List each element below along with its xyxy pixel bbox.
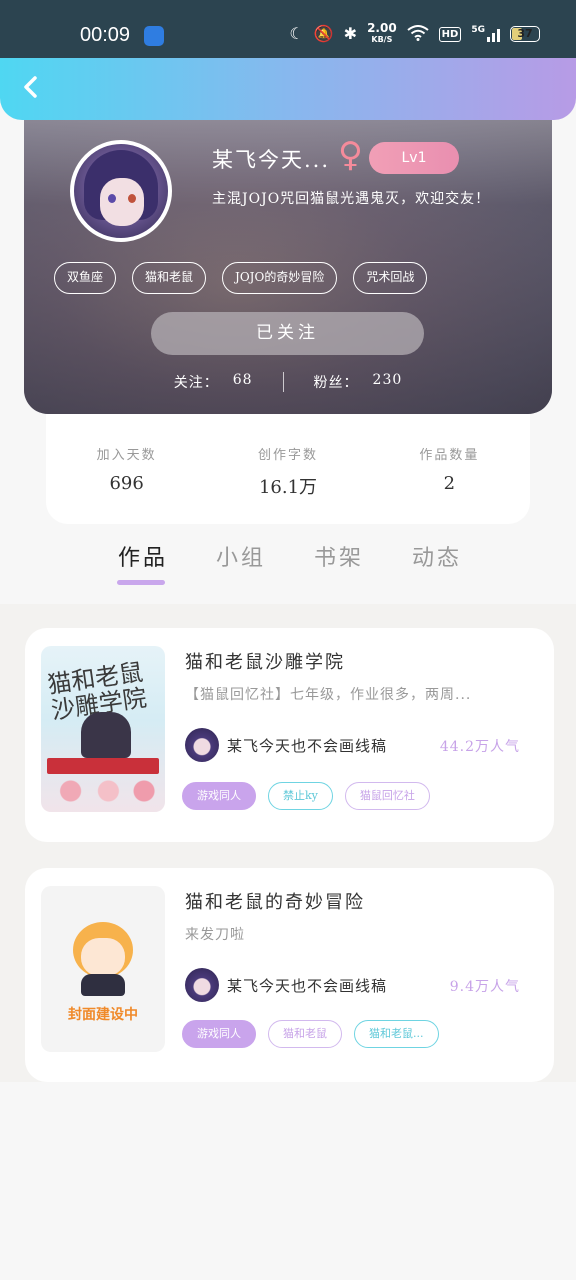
fans-value: 230: [372, 372, 403, 388]
work-tag[interactable]: 猫和老鼠...: [354, 1020, 439, 1048]
status-time: 00:09: [80, 24, 131, 46]
work-card[interactable]: 猫和老鼠沙雕学院 猫和老鼠沙雕学院 【猫鼠回忆社】七年级，作业很多，两周... …: [25, 628, 554, 842]
status-icons: ☾ 🔕 ✱ 2.00 KB/S HD 5G 37: [289, 22, 540, 46]
author-name[interactable]: 某飞今天也不会画线稿: [227, 975, 387, 996]
profile-card: 某飞今天... ♀ Lv1 主混JOJO咒回猫鼠光遇鬼灭，欢迎交友！ 双鱼座 猫…: [24, 92, 552, 414]
profile-tags: 双鱼座 猫和老鼠 JOJO的奇妙冒险 咒术回战: [54, 262, 428, 294]
popularity: 44.2万人气: [439, 739, 520, 755]
stat-works-count: 作品数量 2: [369, 414, 530, 524]
net-speed: 2.00 KB/S: [367, 22, 397, 46]
author-avatar[interactable]: [185, 728, 219, 762]
fans-count[interactable]: 粉丝： 230: [314, 372, 403, 392]
network-type: 5G: [471, 25, 485, 35]
work-card[interactable]: 封面建设中 猫和老鼠的奇妙冒险 来发刀啦 某飞今天也不会画线稿 9.4万人气 游…: [25, 868, 554, 1082]
work-tags: 游戏同人 禁止ky 猫鼠回忆社: [182, 782, 430, 810]
app-notification-icon: [144, 26, 164, 46]
profile-tag[interactable]: 猫和老鼠: [132, 262, 207, 294]
work-title[interactable]: 猫和老鼠沙雕学院: [185, 648, 345, 674]
stat-label: 创作字数: [257, 448, 318, 463]
wifi-icon: [407, 24, 429, 44]
tab-works[interactable]: 作品: [118, 540, 168, 572]
author-name[interactable]: 某飞今天也不会画线稿: [227, 735, 387, 756]
work-tag[interactable]: 游戏同人: [182, 782, 256, 810]
work-tag[interactable]: 猫鼠回忆社: [344, 782, 430, 810]
author-avatar[interactable]: [185, 968, 219, 1002]
signal-icon: 5G: [471, 26, 500, 42]
work-cover[interactable]: 封面建设中: [41, 886, 165, 1052]
popularity: 9.4万人气: [449, 979, 520, 995]
moon-icon: ☾: [289, 24, 304, 43]
work-title[interactable]: 猫和老鼠的奇妙冒险: [185, 888, 365, 914]
stat-word-count: 创作字数 16.1万: [207, 414, 368, 524]
tab-groups[interactable]: 小组: [216, 540, 266, 572]
cover-placeholder-text: 封面建设中: [68, 1007, 138, 1023]
stat-value: 16.1万: [258, 477, 318, 498]
work-description: 来发刀啦: [185, 927, 245, 943]
fans-label: 粉丝：: [313, 375, 359, 391]
back-button[interactable]: [18, 72, 46, 102]
level-badge[interactable]: Lv1: [369, 142, 459, 174]
profile-tag[interactable]: 咒术回战: [353, 262, 428, 294]
follow-counts: 关注： 68 粉丝： 230: [24, 372, 552, 392]
battery-icon: 37: [510, 26, 540, 42]
following-value: 68: [232, 372, 253, 388]
hd-icon: HD: [438, 26, 462, 42]
stat-join-days: 加入天数 696: [46, 414, 207, 524]
work-tags: 游戏同人 猫和老鼠 猫和老鼠...: [182, 1020, 439, 1048]
user-bio: 主混JOJO咒回猫鼠光遇鬼灭，欢迎交友！: [212, 191, 491, 207]
following-count[interactable]: 关注： 68: [174, 372, 253, 392]
top-header: [0, 58, 576, 120]
follow-button[interactable]: 已关注: [151, 312, 424, 355]
female-icon: ♀: [338, 135, 363, 175]
avatar[interactable]: [70, 140, 172, 242]
work-cover[interactable]: 猫和老鼠沙雕学院: [41, 646, 165, 812]
stat-value: 696: [109, 473, 144, 494]
work-tag[interactable]: 游戏同人: [182, 1020, 256, 1048]
bell-muted-icon: 🔕: [313, 24, 334, 43]
divider: [282, 372, 284, 392]
work-description: 【猫鼠回忆社】七年级，作业很多，两周...: [185, 687, 472, 703]
stat-label: 加入天数: [96, 448, 157, 463]
battery-level: 37: [517, 27, 533, 40]
work-tag[interactable]: 禁止ky: [268, 782, 333, 810]
stat-value: 2: [443, 473, 456, 494]
profile-tag[interactable]: 双鱼座: [54, 262, 117, 294]
following-label: 关注：: [173, 375, 219, 391]
tab-indicator: [117, 580, 165, 585]
tab-bar: 作品 小组 书架 动态: [0, 530, 576, 604]
tab-activity[interactable]: 动态: [412, 540, 462, 572]
username: 某飞今天...: [212, 148, 331, 172]
tab-bookshelf[interactable]: 书架: [314, 540, 364, 572]
net-speed-unit: KB/S: [371, 35, 393, 44]
chevron-left-icon: [24, 76, 37, 98]
bluetooth-icon: ✱: [343, 24, 358, 43]
stat-label: 作品数量: [419, 448, 480, 463]
net-speed-value: 2.00: [367, 21, 397, 35]
work-tag[interactable]: 猫和老鼠: [268, 1020, 342, 1048]
profile-tag[interactable]: JOJO的奇妙冒险: [222, 262, 338, 294]
status-bar: 00:09 ☾ 🔕 ✱ 2.00 KB/S HD 5G 37: [0, 0, 576, 60]
stats-card: 加入天数 696 创作字数 16.1万 作品数量 2: [46, 414, 530, 524]
